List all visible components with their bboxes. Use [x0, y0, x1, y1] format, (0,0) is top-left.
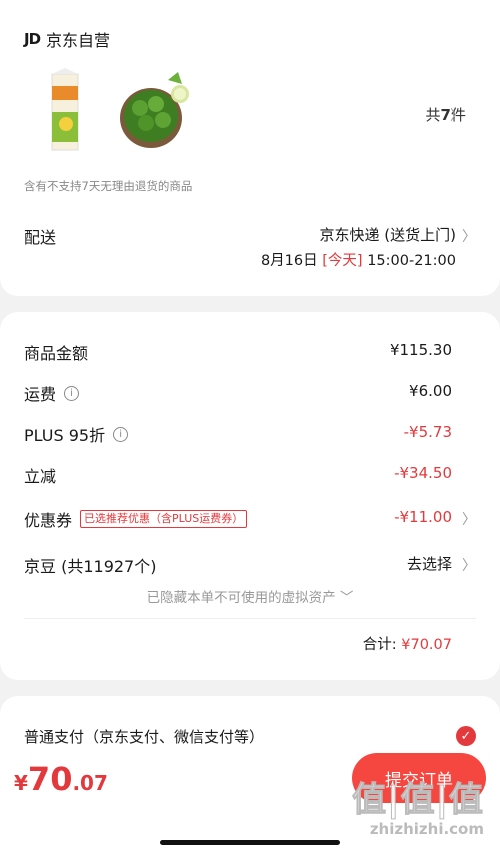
plus-discount-text: PLUS 95折: [24, 426, 106, 445]
goods-amount-text: 商品金额: [24, 344, 89, 363]
chevron-down-icon: ﹀: [339, 590, 354, 606]
freight-text: 运费: [24, 385, 57, 404]
chevron-right-icon[interactable]: 〉: [462, 226, 476, 246]
coupon-row[interactable]: 优惠券 已选推荐优惠（含PLUS运费券）: [24, 507, 248, 531]
total-value: ¥70.07: [401, 637, 452, 653]
divider: [24, 618, 476, 619]
instant-off-label: 立减: [24, 463, 56, 487]
coupon-tag: 已选推荐优惠（含PLUS运费券）: [80, 510, 248, 528]
instant-off-value: -¥34.50: [394, 464, 452, 482]
order-price: ¥70.07: [14, 760, 108, 798]
chevron-right-icon[interactable]: 〉: [462, 509, 476, 529]
product-thumbnail-juice[interactable]: [44, 68, 84, 154]
plus-discount-value: -¥5.73: [403, 423, 452, 441]
payment-option-label[interactable]: 普通支付（京东支付、微信支付等）: [24, 726, 264, 747]
plus-discount-label: PLUS 95折 i: [24, 422, 129, 446]
home-indicator[interactable]: [160, 840, 340, 845]
jd-beans-select[interactable]: 去选择: [407, 553, 452, 574]
delivery-time[interactable]: 8月16日 [今天] 15:00-21:00: [261, 249, 456, 270]
hidden-assets-text: 已隐藏本单不可使用的虚拟资产: [146, 590, 336, 606]
chevron-right-icon[interactable]: 〉: [450, 105, 464, 125]
watermark-text: 值|值|值: [352, 780, 484, 821]
checkmark-icon[interactable]: ✓: [456, 726, 476, 746]
goods-amount-label: 商品金额: [24, 340, 88, 364]
chevron-right-icon[interactable]: 〉: [462, 555, 476, 575]
store-name: 京东自营: [46, 31, 111, 50]
goods-amount-value: ¥115.30: [389, 341, 452, 359]
instant-off-text: 立减: [24, 467, 57, 486]
total-label: 合计:: [362, 637, 397, 653]
jd-beans-text: 京豆 (共11927个): [24, 557, 157, 576]
price-decimal: .07: [72, 771, 108, 795]
store-header: JD 京东自营: [24, 27, 110, 51]
product-thumbnail-limes[interactable]: [116, 68, 196, 154]
watermark-url: zhizhizhi.com: [369, 820, 484, 838]
shipping-method[interactable]: 京东快递 (送货上门): [320, 224, 456, 245]
info-icon[interactable]: i: [64, 385, 80, 401]
shipping-label: 配送: [24, 228, 57, 247]
currency-symbol: ¥: [14, 771, 28, 795]
delivery-date: 8月16日: [260, 253, 318, 269]
store-card: JD 京东自营 共7件 〉 含有不支持7天无理由退货的商品 配送 京东快递 (送…: [0, 0, 500, 296]
watermark-logo: 值|值|值: [352, 772, 484, 821]
freight-label: 运费 i: [24, 381, 80, 405]
hidden-assets-toggle[interactable]: 已隐藏本单不可使用的虚拟资产 ﹀: [0, 586, 500, 606]
jd-beans-label[interactable]: 京豆 (共11927个): [24, 553, 156, 577]
coupon-value[interactable]: -¥11.00: [394, 508, 452, 526]
freight-value: ¥6.00: [409, 382, 452, 400]
count-prefix: 共: [425, 106, 441, 124]
delivery-window: 15:00-21:00: [367, 253, 456, 269]
price-summary-card: [0, 312, 500, 680]
total: 合计: ¥70.07: [363, 633, 452, 654]
coupon-text: 优惠券: [24, 511, 73, 530]
return-policy-note: 含有不支持7天无理由退货的商品: [24, 179, 193, 193]
price-integer: 70: [27, 760, 73, 798]
today-tag: [今天]: [322, 253, 363, 269]
info-icon[interactable]: i: [113, 426, 129, 442]
jd-logo: JD: [24, 30, 41, 48]
